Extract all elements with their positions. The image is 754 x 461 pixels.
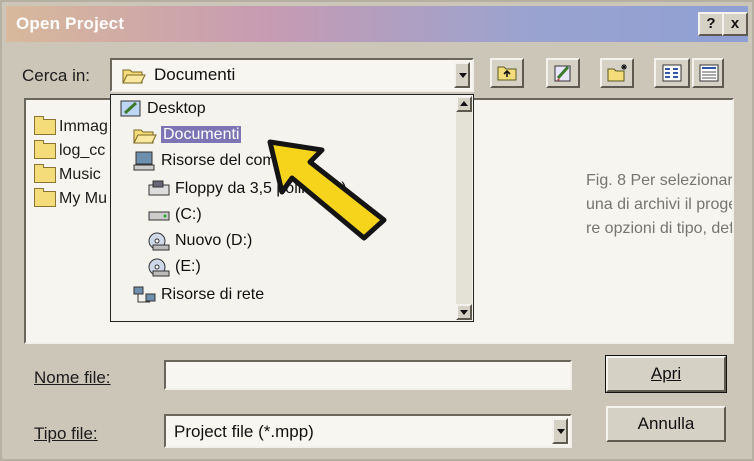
hard-drive-icon xyxy=(147,205,171,225)
dropdown-item-network[interactable]: Risorse di rete xyxy=(133,285,264,311)
network-icon xyxy=(133,285,157,305)
filename-input[interactable] xyxy=(164,360,572,390)
dropdown-item-documenti[interactable]: Documenti xyxy=(133,125,242,151)
filetype-label: Tipo file: xyxy=(34,424,98,443)
look-in-value: Documenti xyxy=(154,65,236,84)
window-title: Open Project xyxy=(16,14,125,33)
arrow-down-icon xyxy=(460,310,468,315)
dropdown-item-desktop[interactable]: Desktop xyxy=(119,99,206,125)
floppy-drive-icon xyxy=(147,179,171,199)
dropdown-item-d-drive[interactable]: Nuovo (D:) xyxy=(147,231,252,257)
folder-icon xyxy=(34,163,56,183)
list-item[interactable]: My Mu xyxy=(34,187,107,212)
filetype-dropdown-arrow[interactable] xyxy=(552,418,568,444)
folder-open-icon xyxy=(133,125,157,145)
cancel-button[interactable]: Annulla xyxy=(606,406,726,442)
folder-open-icon xyxy=(122,66,146,89)
open-button[interactable]: Apri xyxy=(605,355,727,393)
look-in-label: Cerca in: xyxy=(22,66,91,85)
new-folder-button[interactable] xyxy=(600,58,634,88)
cd-drive-icon xyxy=(147,257,171,277)
open-project-dialog: Open Project ? x Cerca in: Documenti Imm… xyxy=(0,0,754,461)
new-folder-icon xyxy=(607,63,629,88)
open-button-label: Apri xyxy=(650,364,682,383)
filetype-combobox[interactable]: Project file (*.mpp) xyxy=(164,414,572,448)
list-item[interactable]: log_cc xyxy=(34,139,105,164)
cd-drive-icon xyxy=(147,231,171,251)
dropdown-item-c-drive[interactable]: (C:) xyxy=(147,205,202,231)
up-folder-icon xyxy=(497,63,517,86)
desktop-icon xyxy=(119,99,143,119)
globe-pencil-icon xyxy=(553,63,573,88)
scroll-down-button[interactable] xyxy=(456,304,472,320)
list-view-icon xyxy=(662,64,682,87)
close-button[interactable]: x xyxy=(722,12,748,36)
arrow-up-icon xyxy=(460,101,468,106)
folder-icon xyxy=(34,187,56,207)
details-view-button[interactable] xyxy=(692,58,724,88)
search-web-button[interactable] xyxy=(546,58,580,88)
look-in-combobox[interactable]: Documenti xyxy=(110,58,474,92)
background-caption-line: una di archivi il progetto, il xyxy=(586,196,732,213)
look-in-dropdown-arrow[interactable] xyxy=(454,62,470,88)
background-caption-line: Fig. 8 Per selezionare xyxy=(586,172,734,189)
help-button[interactable]: ? xyxy=(698,12,724,36)
details-view-icon xyxy=(699,64,719,87)
dropdown-item-e-drive[interactable]: (E:) xyxy=(147,257,201,283)
list-view-button[interactable] xyxy=(654,58,690,88)
list-item[interactable]: Immag xyxy=(34,115,108,140)
scroll-up-button[interactable] xyxy=(456,96,472,112)
dropdown-scrollbar[interactable] xyxy=(456,96,472,320)
filetype-value: Project file (*.mpp) xyxy=(174,422,314,441)
background-caption-line: re opzioni di tipo, definita xyxy=(586,220,734,237)
folder-icon xyxy=(34,139,56,159)
list-item[interactable]: Music xyxy=(34,163,101,188)
folder-icon xyxy=(34,115,56,135)
filename-label: Nome file: xyxy=(34,368,111,387)
pointer-arrow-icon xyxy=(267,139,387,241)
up-one-level-button[interactable] xyxy=(490,58,524,88)
computer-icon xyxy=(133,151,157,171)
title-bar[interactable]: Open Project ? x xyxy=(6,6,748,42)
